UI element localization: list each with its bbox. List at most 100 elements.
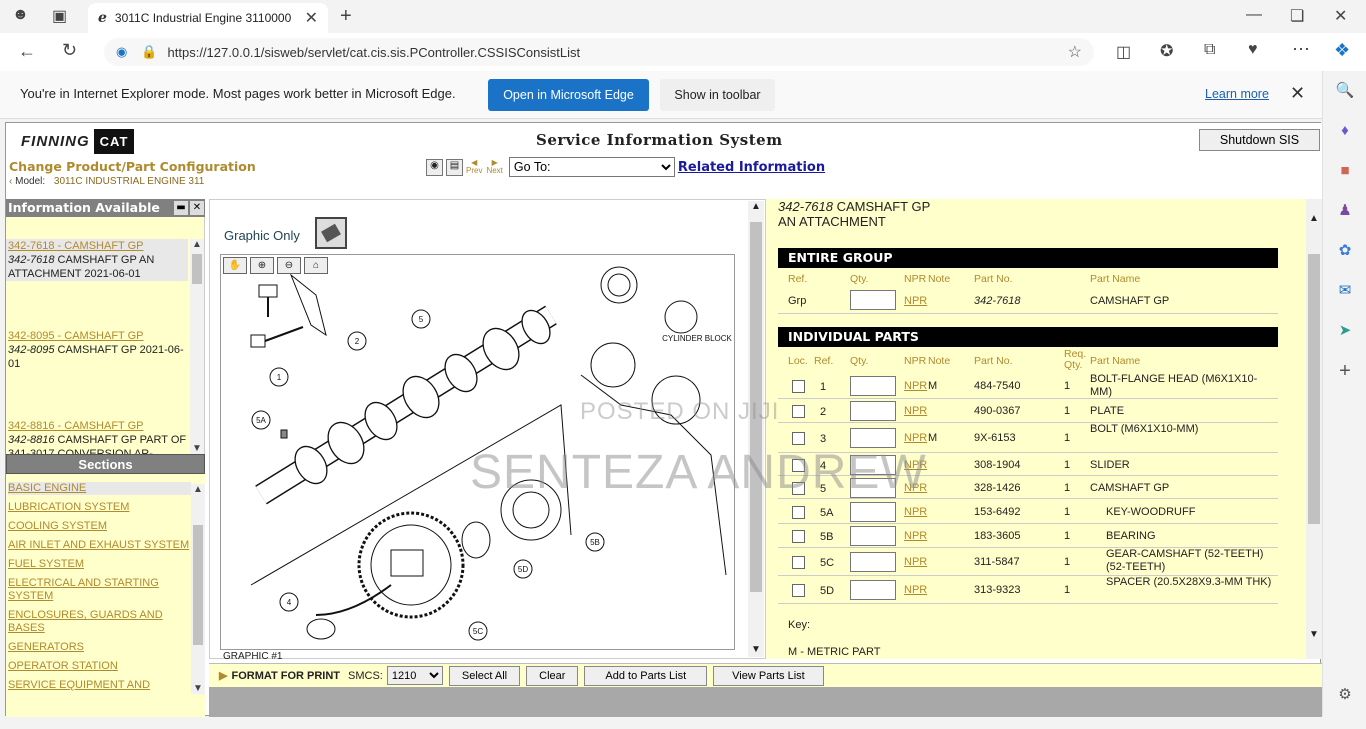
back-icon[interactable]: ← [18, 41, 36, 62]
part-checkbox[interactable] [792, 506, 805, 519]
next-button[interactable]: ▶ Next [486, 159, 502, 175]
document-icon[interactable]: ▤ [446, 158, 463, 176]
part-checkbox[interactable] [792, 556, 805, 569]
part-qty-input[interactable] [850, 502, 896, 522]
view-parts-list-button[interactable]: View Parts List [713, 665, 824, 686]
zoom-out-icon[interactable]: ⊖ [277, 257, 301, 274]
section-link[interactable]: ENCLOSURES, GUARDS AND BASES [8, 609, 191, 635]
search-icon[interactable]: 🔍 [1323, 71, 1366, 111]
show-in-toolbar-button[interactable]: Show in toolbar [660, 79, 775, 111]
info-scrollbar[interactable]: ▲ ▼ [190, 239, 204, 454]
section-link[interactable]: OPERATOR STATION [8, 660, 191, 673]
scroll-down-icon[interactable]: ▼ [748, 644, 764, 655]
npr-link[interactable]: NPR [904, 295, 927, 307]
outlook-icon[interactable]: ✉ [1323, 271, 1366, 311]
clear-button[interactable]: Clear [526, 665, 579, 686]
section-link[interactable]: FUEL SYSTEM [8, 558, 191, 571]
tab-actions-icon[interactable]: ▣ [52, 6, 67, 26]
info-item[interactable]: 342-7618 - CAMSHAFT GP 342-7618 CAMSHAFT… [6, 239, 188, 281]
shutdown-sis-button[interactable]: Shutdown SIS [1199, 129, 1320, 151]
favorite-star-icon[interactable]: ☆ [1068, 42, 1082, 62]
npr-link[interactable]: NPR [904, 432, 927, 444]
part-checkbox[interactable] [792, 530, 805, 543]
info-link[interactable]: 342-8816 - CAMSHAFT GP [8, 419, 188, 433]
copilot-icon[interactable]: ❖ [1334, 40, 1350, 61]
select-all-button[interactable]: Select All [448, 665, 521, 686]
settings-icon[interactable]: ⚙ [1323, 675, 1366, 715]
scroll-thumb[interactable] [1308, 254, 1320, 524]
npr-link[interactable]: NPR [904, 530, 927, 542]
prev-button[interactable]: ◀ Prev [466, 159, 482, 175]
section-link[interactable]: GENERATORS [8, 641, 191, 654]
scroll-down-icon[interactable]: ▼ [191, 683, 205, 694]
format-for-print[interactable]: ▶ FORMAT FOR PRINT [219, 669, 340, 682]
npr-link[interactable]: NPR [904, 506, 927, 518]
new-tab-icon[interactable]: + [340, 5, 352, 28]
smcs-select[interactable]: 1210 [386, 666, 443, 685]
open-in-edge-button[interactable]: Open in Microsoft Edge [488, 79, 649, 111]
minimize-icon[interactable]: — [1246, 6, 1262, 24]
scroll-up-icon[interactable]: ▲ [1306, 213, 1322, 224]
part-qty-input[interactable] [850, 580, 896, 600]
performance-icon[interactable]: ♥ [1248, 41, 1258, 59]
model-chevron-icon[interactable]: ‹ [9, 176, 12, 187]
person-icon[interactable]: ♟ [1323, 191, 1366, 231]
scroll-up-icon[interactable]: ▲ [748, 201, 764, 212]
part-checkbox[interactable] [792, 405, 805, 418]
part-checkbox[interactable] [792, 584, 805, 597]
graphic-only-button[interactable] [315, 217, 347, 249]
profile-icon[interactable]: ☻ [12, 6, 29, 24]
close-panel-icon[interactable]: ✕ [190, 201, 204, 215]
favorites-icon[interactable]: ✪ [1160, 41, 1173, 61]
scroll-down-icon[interactable]: ▼ [190, 443, 204, 454]
npr-link[interactable]: NPR [904, 556, 927, 568]
pan-icon[interactable]: ✋ [223, 257, 247, 274]
section-link[interactable]: LUBRICATION SYSTEM [8, 501, 191, 514]
briefcase-icon[interactable]: ■ [1323, 151, 1366, 191]
scroll-thumb[interactable] [193, 525, 203, 645]
section-link[interactable]: BASIC ENGINE [8, 482, 191, 495]
part-checkbox[interactable] [792, 380, 805, 393]
browser-tab[interactable]: e 3011C Industrial Engine 3110000 ✕ [88, 3, 328, 33]
info-link[interactable]: 342-8095 - CAMSHAFT GP [8, 329, 188, 343]
part-qty-input[interactable] [850, 552, 896, 572]
related-information-link[interactable]: Related Information [678, 160, 825, 175]
parts-scrollbar[interactable]: ▲ ▼ [1306, 199, 1322, 659]
section-link[interactable]: ELECTRICAL AND STARTING SYSTEM [8, 577, 191, 603]
npr-link[interactable]: NPR [904, 405, 927, 417]
info-link[interactable]: 342-7618 - CAMSHAFT GP [8, 239, 188, 253]
split-screen-icon[interactable]: ◫ [1116, 42, 1131, 62]
sections-scrollbar[interactable]: ▲ ▼ [191, 484, 205, 694]
scroll-up-icon[interactable]: ▲ [191, 484, 205, 495]
close-ie-bar-icon[interactable]: ✕ [1290, 83, 1305, 104]
home-icon[interactable]: ⌂ [304, 257, 328, 274]
scroll-down-icon[interactable]: ▼ [1306, 629, 1322, 640]
tag-icon[interactable]: ♦ [1323, 111, 1366, 151]
games-icon[interactable]: ✿ [1323, 231, 1366, 271]
goto-select[interactable]: Go To: [508, 157, 675, 177]
send-icon[interactable]: ➤ [1323, 311, 1366, 351]
info-item[interactable]: 342-8095 - CAMSHAFT GP 342-8095 CAMSHAFT… [8, 329, 188, 371]
info-item[interactable]: 342-8816 - CAMSHAFT GP 342-8816 CAMSHAFT… [8, 419, 188, 454]
add-sidebar-icon[interactable]: + [1323, 351, 1366, 391]
zoom-in-icon[interactable]: ⊕ [250, 257, 274, 274]
lock-icon[interactable]: 🔒 [141, 44, 157, 60]
part-checkbox[interactable] [792, 432, 805, 445]
close-window-icon[interactable]: ✕ [1334, 6, 1347, 26]
more-menu-icon[interactable]: ⋯ [1292, 39, 1310, 60]
restore-icon[interactable]: ❏ [1290, 6, 1304, 26]
scroll-thumb[interactable] [192, 254, 202, 284]
add-to-parts-list-button[interactable]: Add to Parts List [584, 665, 708, 686]
part-qty-input[interactable] [850, 376, 896, 396]
part-qty-input[interactable] [850, 526, 896, 546]
learn-more-link[interactable]: Learn more [1205, 87, 1269, 101]
section-link[interactable]: COOLING SYSTEM [8, 520, 191, 533]
collections-icon[interactable]: ⧉ [1204, 41, 1215, 59]
graphic-scrollbar[interactable]: ▲ ▼ [748, 201, 764, 657]
url-field[interactable]: ◉ 🔒 https://127.0.0.1/sisweb/servlet/cat… [104, 38, 1094, 66]
scroll-up-icon[interactable]: ▲ [190, 239, 204, 250]
print-icon[interactable]: ◉ [426, 158, 443, 176]
group-qty-input[interactable] [850, 290, 896, 310]
part-qty-input[interactable] [850, 401, 896, 421]
npr-link[interactable]: NPR [904, 584, 927, 596]
